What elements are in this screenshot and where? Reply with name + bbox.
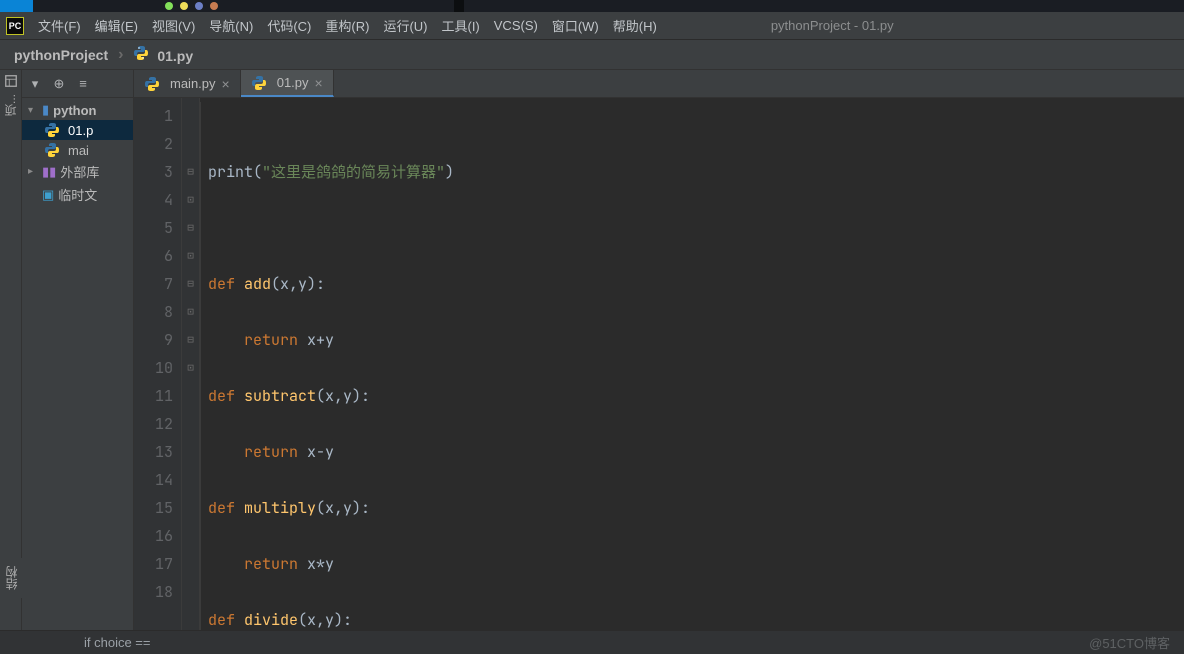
watermark: @51CTO博客: [1089, 633, 1170, 652]
folder-icon: ▮: [42, 102, 49, 118]
menubar: PC 文件(F) 编辑(E) 视图(V) 导航(N) 代码(C) 重构(R) 运…: [0, 12, 1184, 40]
chevron-right-icon: ▸: [28, 166, 38, 177]
sidebar-dropdown-icon[interactable]: ▾: [26, 75, 44, 93]
python-file-icon: [144, 76, 160, 92]
library-icon: ▮▮: [42, 164, 56, 180]
tree-item-label: mai: [68, 143, 89, 158]
tree-item-label: 外部库: [60, 162, 99, 181]
taskbar-icon[interactable]: [195, 2, 203, 10]
project-sidebar: ▾ ⊕ ≡ ▾ ▮ python 01.p mai: [22, 70, 134, 630]
collapse-icon[interactable]: ≡: [74, 75, 92, 93]
close-icon[interactable]: ×: [315, 75, 323, 91]
menu-vcs[interactable]: VCS(S): [494, 18, 538, 33]
menu-refactor[interactable]: 重构(R): [325, 16, 369, 35]
menu-window[interactable]: 窗口(W): [552, 16, 599, 35]
editor-area: main.py × 01.py × 123 456 789 101112 131…: [134, 70, 1184, 630]
menu-help[interactable]: 帮助(H): [613, 16, 657, 35]
line-number-gutter: 123 456 789 101112 131415 161718: [134, 98, 182, 630]
project-tool-icon[interactable]: [4, 74, 18, 88]
taskbar-icon[interactable]: [210, 2, 218, 10]
python-file-icon: [133, 45, 149, 61]
scratch-icon: ▣: [42, 187, 54, 203]
app-icon: PC: [6, 17, 24, 35]
code-editor[interactable]: 123 456 789 101112 131415 161718 ⊟⊡⊟⊡⊟⊡⊟…: [134, 98, 1184, 630]
tree-file-main[interactable]: mai: [22, 140, 133, 160]
tree-item-label: 临时文: [58, 185, 97, 204]
fold-gutter: ⊟⊡⊟⊡⊟⊡⊟⊡: [182, 98, 200, 630]
taskbar-icon[interactable]: [165, 2, 173, 10]
menu-file[interactable]: 文件(F): [38, 16, 81, 35]
tree-external-libs[interactable]: ▸ ▮▮ 外部库: [22, 160, 133, 183]
menu-run[interactable]: 运行(U): [383, 16, 427, 35]
menu-view[interactable]: 视图(V): [152, 16, 195, 35]
nav-breadcrumb: pythonProject › 01.py: [0, 40, 1184, 70]
project-root-label: python: [53, 103, 96, 118]
close-icon[interactable]: ×: [222, 76, 230, 92]
tree-item-label: 01.p: [68, 123, 93, 138]
window-title: pythonProject - 01.py: [671, 18, 894, 33]
taskbar-icon[interactable]: [180, 2, 188, 10]
tab-01-py[interactable]: 01.py ×: [241, 70, 334, 97]
tree-scratches[interactable]: ▣ 临时文: [22, 183, 133, 206]
code-breadcrumb[interactable]: if choice ==: [16, 635, 151, 650]
left-tool-strip: 项...: [0, 70, 22, 630]
tree-file-01[interactable]: 01.p: [22, 120, 133, 140]
breadcrumb-file[interactable]: 01.py: [133, 45, 193, 64]
locate-icon[interactable]: ⊕: [50, 75, 68, 93]
python-file-icon: [44, 122, 60, 138]
tab-main-py[interactable]: main.py ×: [134, 70, 241, 97]
structure-tool-label: 结构: [3, 566, 20, 590]
editor-tabs: main.py × 01.py ×: [134, 70, 1184, 98]
code-content[interactable]: print("这里是鸽鸽的简易计算器") def add(x,y): retur…: [200, 98, 1184, 630]
structure-tool[interactable]: 结构: [0, 558, 22, 598]
menu-navigate[interactable]: 导航(N): [209, 16, 253, 35]
chevron-down-icon: ▾: [28, 105, 38, 116]
project-tool-label[interactable]: 项...: [2, 94, 19, 116]
tab-label: 01.py: [277, 75, 309, 90]
chevron-right-icon: ›: [118, 46, 123, 64]
tab-label: main.py: [170, 76, 216, 91]
menu-edit[interactable]: 编辑(E): [95, 16, 138, 35]
menu-code[interactable]: 代码(C): [267, 16, 311, 35]
os-titlebar: [0, 0, 1184, 12]
python-file-icon: [251, 75, 267, 91]
project-root[interactable]: ▾ ▮ python: [22, 100, 133, 120]
menu-tools[interactable]: 工具(I): [441, 16, 479, 35]
editor-breadcrumb: if choice == @51CTO博客: [0, 630, 1184, 654]
breadcrumb-project[interactable]: pythonProject: [14, 47, 108, 63]
python-file-icon: [44, 142, 60, 158]
